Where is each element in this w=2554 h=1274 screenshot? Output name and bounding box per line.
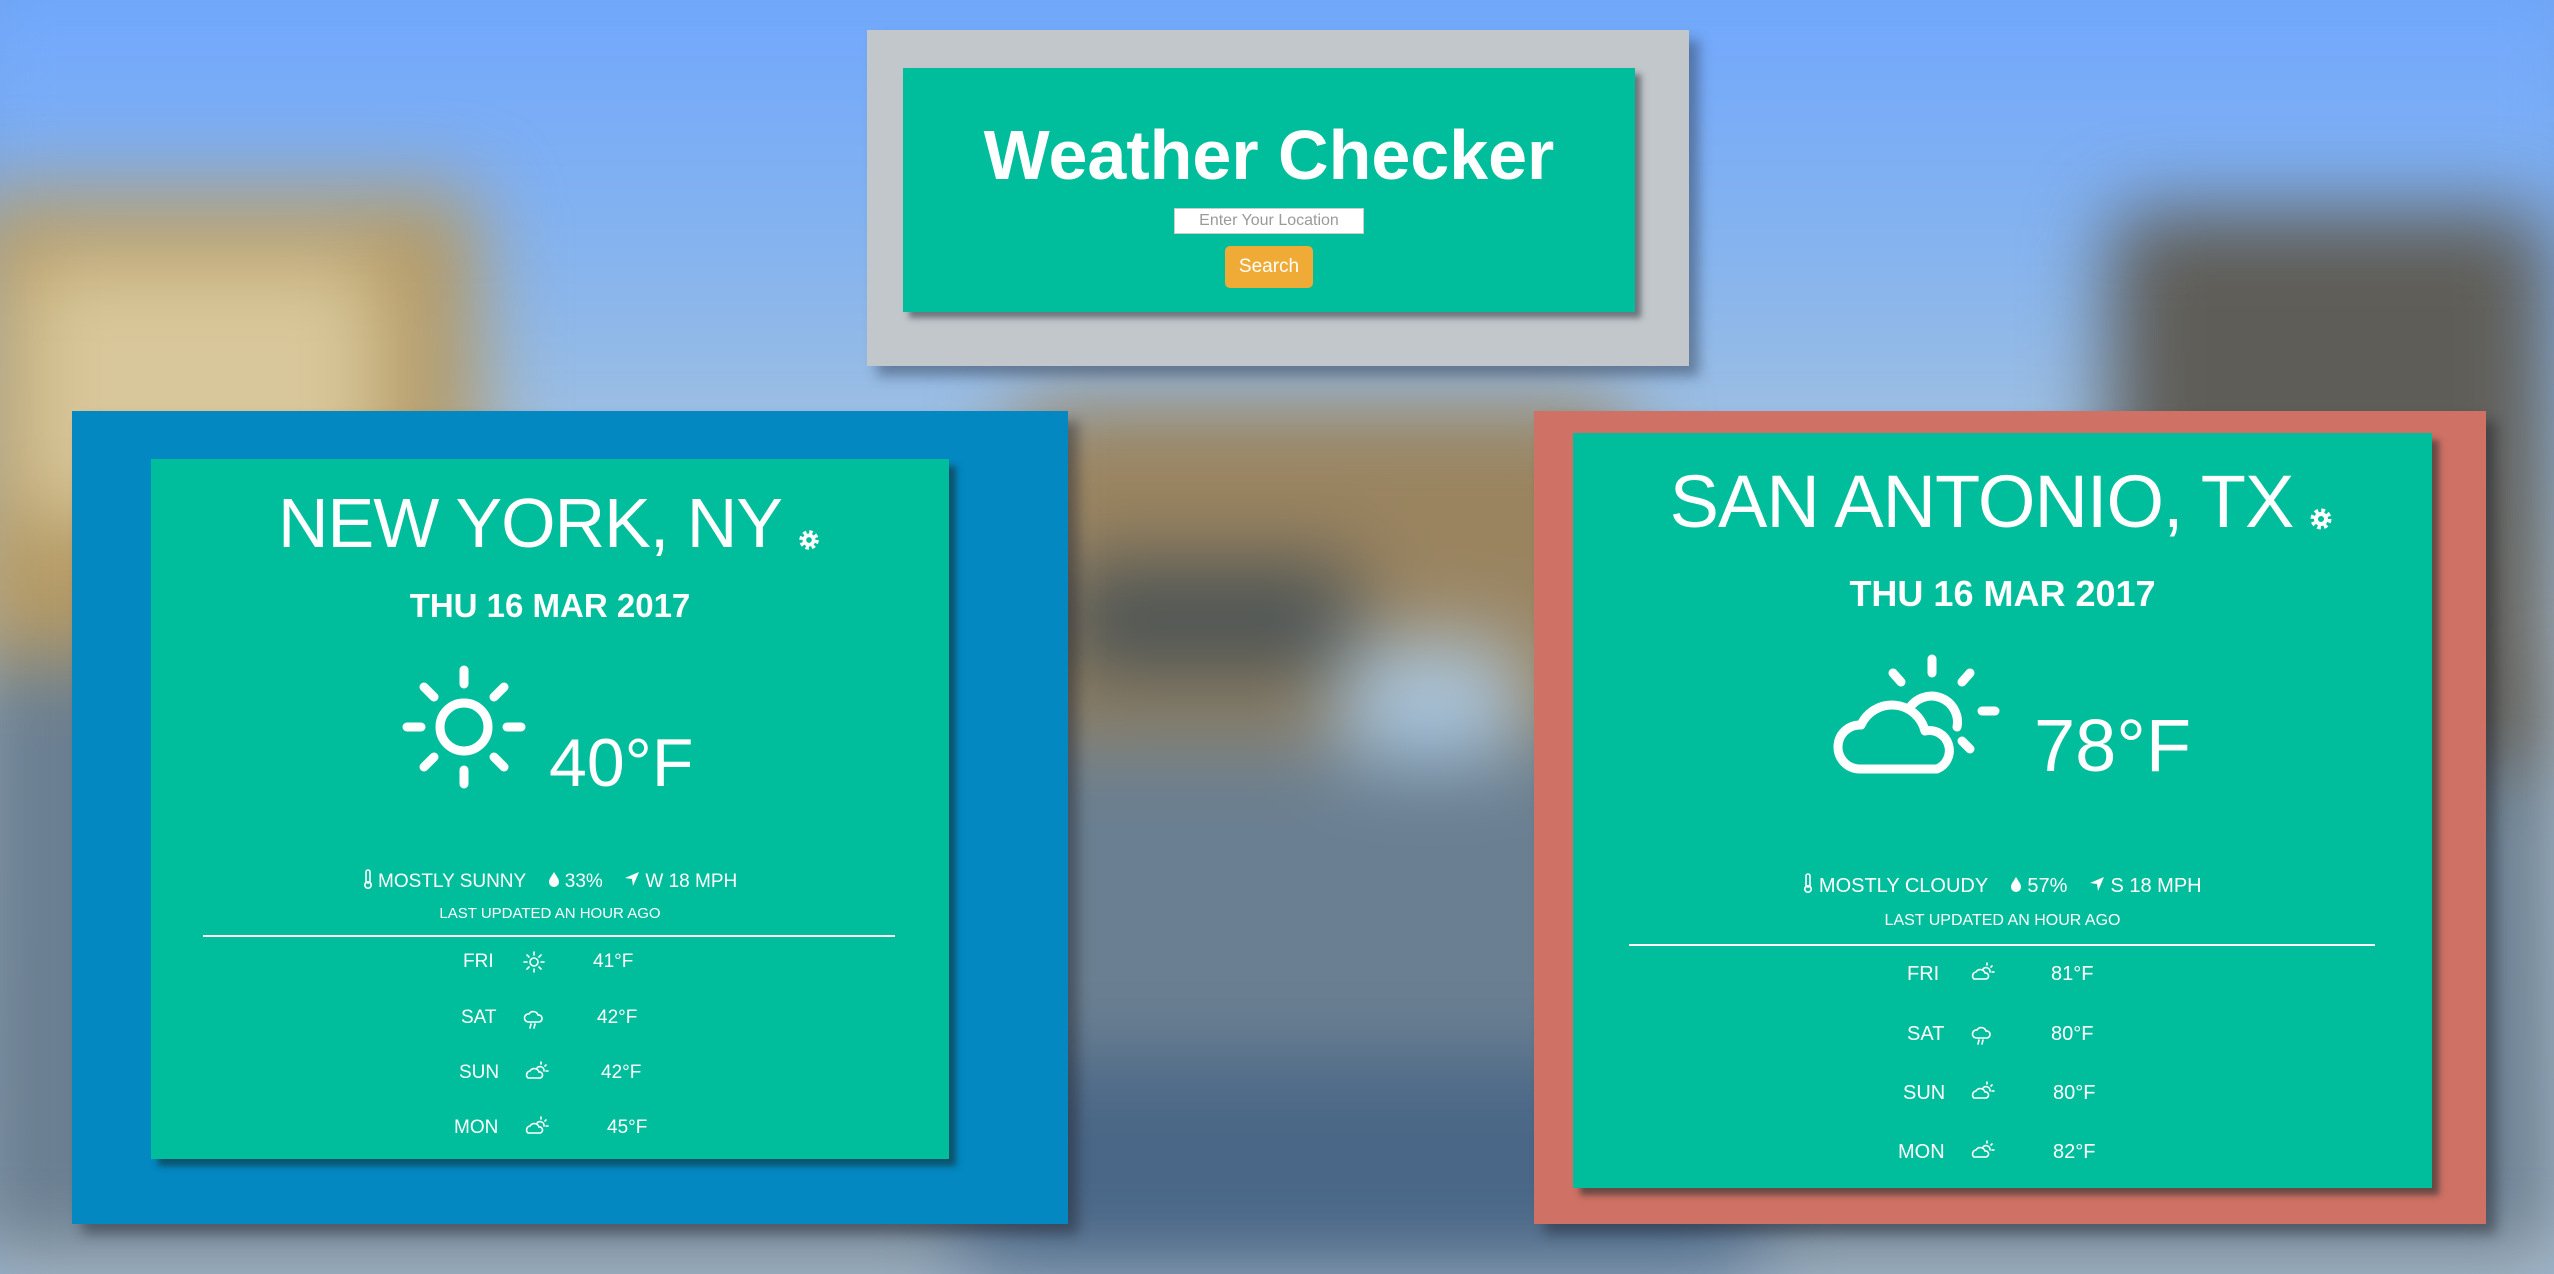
city-name: SAN ANTONIO, TX: [1669, 460, 2295, 543]
forecast-day: SAT: [461, 1007, 497, 1028]
humidity-icon: [2010, 875, 2022, 898]
forecast-row: MON 82°F: [1573, 1139, 2432, 1171]
forecast-day: SAT: [1907, 1023, 1945, 1045]
divider: [1629, 944, 2375, 946]
forecast-row: SUN 42°F: [151, 1060, 949, 1092]
wind-direction-icon: [2089, 875, 2105, 898]
forecast-row: SUN 80°F: [1573, 1080, 2432, 1112]
partly-cloudy-icon: [1971, 1080, 1995, 1108]
city-card-new-york: NEW YORK, NY THU 16 MAR 2017 40°F MOSTLY…: [151, 459, 949, 1159]
city-date: THU 16 MAR 2017: [1849, 573, 2156, 614]
current-details: MOSTLY SUNNY 33% W 18 MPH: [151, 869, 949, 895]
last-updated-text: LAST UPDATED AN HOUR AGO: [439, 905, 661, 922]
forecast-day: SUN: [1903, 1082, 1946, 1104]
header-frame: Weather Checker Search: [867, 30, 1689, 366]
city-frame-new-york: NEW YORK, NY THU 16 MAR 2017 40°F MOSTLY…: [72, 411, 1068, 1224]
forecast-day: MON: [1898, 1141, 1945, 1163]
forecast-row: FRI 81°F: [1573, 961, 2432, 993]
wind-text: W 18 MPH: [645, 870, 738, 892]
forecast-row: MON 45°F: [151, 1115, 949, 1147]
humidity-icon: [548, 871, 560, 893]
gear-icon[interactable]: [2307, 465, 2335, 550]
location-search-input[interactable]: [1174, 208, 1364, 234]
condition-text: MOSTLY SUNNY: [378, 871, 527, 892]
rain-cloud-icon: [1971, 1025, 1993, 1053]
thermometer-icon: [363, 869, 373, 895]
city-name: NEW YORK, NY: [277, 484, 783, 562]
divider: [203, 935, 895, 937]
city-frame-san-antonio: SAN ANTONIO, TX THU 16 MAR 2017 78°F MOS…: [1534, 411, 2486, 1224]
rain-cloud-icon: [523, 1009, 545, 1037]
wind-text: S 18 MPH: [2110, 874, 2202, 897]
forecast-day: FRI: [1907, 963, 1940, 985]
wind-direction-icon: [624, 871, 640, 893]
forecast-temp: 42°F: [597, 1007, 638, 1028]
partly-cloudy-icon: [525, 1115, 549, 1143]
forecast-day: MON: [454, 1117, 499, 1138]
forecast-temp: 45°F: [607, 1117, 648, 1138]
humidity-text: 57%: [2027, 874, 2068, 897]
city-date: THU 16 MAR 2017: [409, 587, 691, 624]
forecast-temp: 41°F: [593, 951, 634, 972]
current-temperature: 78°F: [2034, 704, 2192, 787]
forecast-row: SAT 42°F: [151, 1007, 949, 1037]
forecast-temp: 82°F: [2053, 1141, 2096, 1163]
app-title: Weather Checker: [983, 116, 1555, 194]
partly-cloudy-icon: [1971, 961, 1995, 989]
forecast-row: FRI 41°F: [151, 951, 949, 981]
header-card: Weather Checker Search: [903, 68, 1635, 312]
forecast-temp: 42°F: [601, 1062, 642, 1083]
forecast-temp: 81°F: [2051, 963, 2094, 985]
forecast-temp: 80°F: [2053, 1082, 2096, 1104]
partly-cloudy-icon: [1971, 1139, 1995, 1167]
sun-icon: [523, 951, 545, 979]
condition-text: MOSTLY CLOUDY: [1818, 874, 1989, 897]
partly-cloudy-icon: [1829, 651, 2005, 796]
forecast-row: SAT 80°F: [1573, 1023, 2432, 1053]
forecast-day: FRI: [463, 951, 494, 972]
search-button[interactable]: Search: [1225, 246, 1313, 288]
current-temperature: 40°F: [549, 725, 694, 801]
forecast-day: SUN: [459, 1062, 500, 1083]
partly-cloudy-icon: [525, 1060, 549, 1088]
humidity-text: 33%: [564, 870, 603, 892]
sun-icon: [401, 664, 527, 795]
current-details: MOSTLY CLOUDY 57% S 18 MPH: [1573, 873, 2432, 899]
forecast-temp: 80°F: [2051, 1023, 2094, 1045]
last-updated-text: LAST UPDATED AN HOUR AGO: [1884, 912, 2121, 929]
thermometer-icon: [1803, 873, 1813, 899]
city-card-san-antonio: SAN ANTONIO, TX THU 16 MAR 2017 78°F MOS…: [1573, 433, 2432, 1188]
gear-icon[interactable]: [796, 489, 822, 569]
